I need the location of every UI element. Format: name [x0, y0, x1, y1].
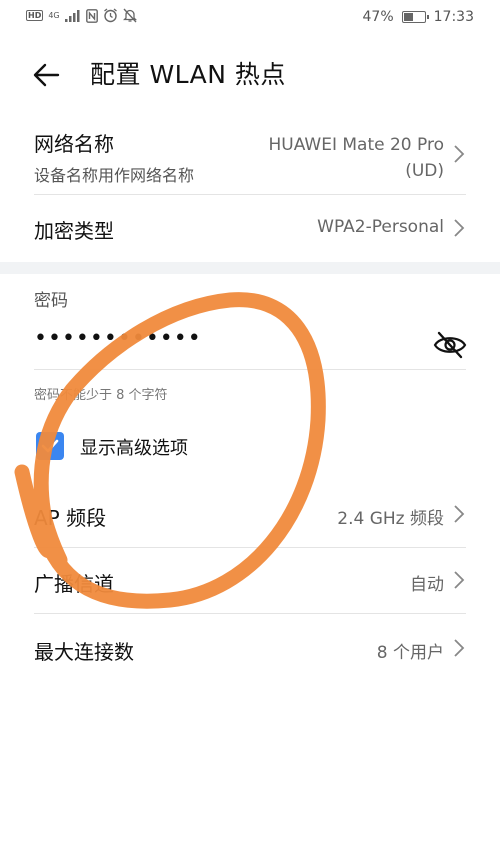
page-title: 配置 WLAN 热点 — [90, 60, 286, 89]
network-name-value-line2: (UD) — [405, 161, 444, 181]
battery-icon — [401, 11, 429, 23]
chevron-right-icon — [454, 219, 465, 237]
advanced-options-label: 显示高级选项 — [80, 438, 188, 459]
alarm-icon — [103, 8, 117, 23]
back-button[interactable] — [30, 58, 70, 92]
chevron-right-icon — [454, 571, 465, 589]
status-left: HD 4G — [26, 8, 137, 23]
battery-nub — [426, 15, 429, 19]
password-hint: 密码不能少于 8 个字符 — [34, 388, 168, 403]
hd-badge: HD — [26, 10, 44, 21]
encryption-type-label: 加密类型 — [34, 219, 114, 243]
chevron-right-icon — [454, 145, 465, 163]
max-connections-row[interactable]: 最大连接数 8 个用户 — [0, 614, 500, 680]
mute-icon — [122, 8, 137, 23]
max-connections-value: 8 个用户 — [376, 643, 444, 663]
checkmark-icon — [41, 439, 59, 453]
network-name-value-line1: HUAWEI Mate 20 Pro — [268, 135, 444, 155]
header: 配置 WLAN 热点 — [0, 52, 500, 98]
broadcast-channel-value: 自动 — [410, 575, 444, 595]
network-name-row[interactable]: 网络名称 设备名称用作网络名称 HUAWEI Mate 20 Pro (UD) — [0, 124, 500, 194]
4g-badge: 4G — [48, 10, 60, 20]
status-right: 47% 17:33 — [363, 9, 474, 25]
eye-off-icon — [433, 331, 467, 359]
status-bar: HD 4G 47% 17:33 — [0, 0, 500, 34]
chevron-right-icon — [454, 505, 465, 523]
encryption-type-value: WPA2-Personal — [317, 217, 444, 237]
ap-band-label: AP 频段 — [34, 506, 107, 530]
signal-icon — [64, 9, 80, 22]
advanced-options-checkbox[interactable] — [36, 432, 64, 460]
battery-fill — [403, 13, 413, 21]
broadcast-channel-row[interactable]: 广播信道 自动 — [0, 548, 500, 612]
divider — [34, 369, 466, 370]
password-label: 密码 — [34, 291, 68, 311]
section-separator — [0, 262, 500, 274]
max-connections-label: 最大连接数 — [34, 640, 134, 664]
network-name-sublabel: 设备名称用作网络名称 — [34, 166, 195, 185]
toggle-password-visibility-button[interactable] — [432, 330, 468, 360]
password-input[interactable]: •••••••••••• — [34, 326, 202, 351]
chevron-right-icon — [454, 639, 465, 657]
broadcast-channel-label: 广播信道 — [34, 572, 114, 596]
network-name-value: HUAWEI Mate 20 Pro (UD) — [268, 132, 444, 184]
encryption-type-row[interactable]: 加密类型 WPA2-Personal — [0, 195, 500, 261]
ap-band-value: 2.4 GHz 频段 — [337, 509, 444, 529]
nfc-icon — [85, 8, 98, 23]
back-arrow-icon — [33, 63, 60, 87]
battery-percent: 47% — [362, 9, 394, 25]
status-time: 17:33 — [433, 9, 474, 25]
network-name-label: 网络名称 — [34, 132, 114, 156]
ap-band-row[interactable]: AP 频段 2.4 GHz 频段 — [0, 482, 500, 546]
